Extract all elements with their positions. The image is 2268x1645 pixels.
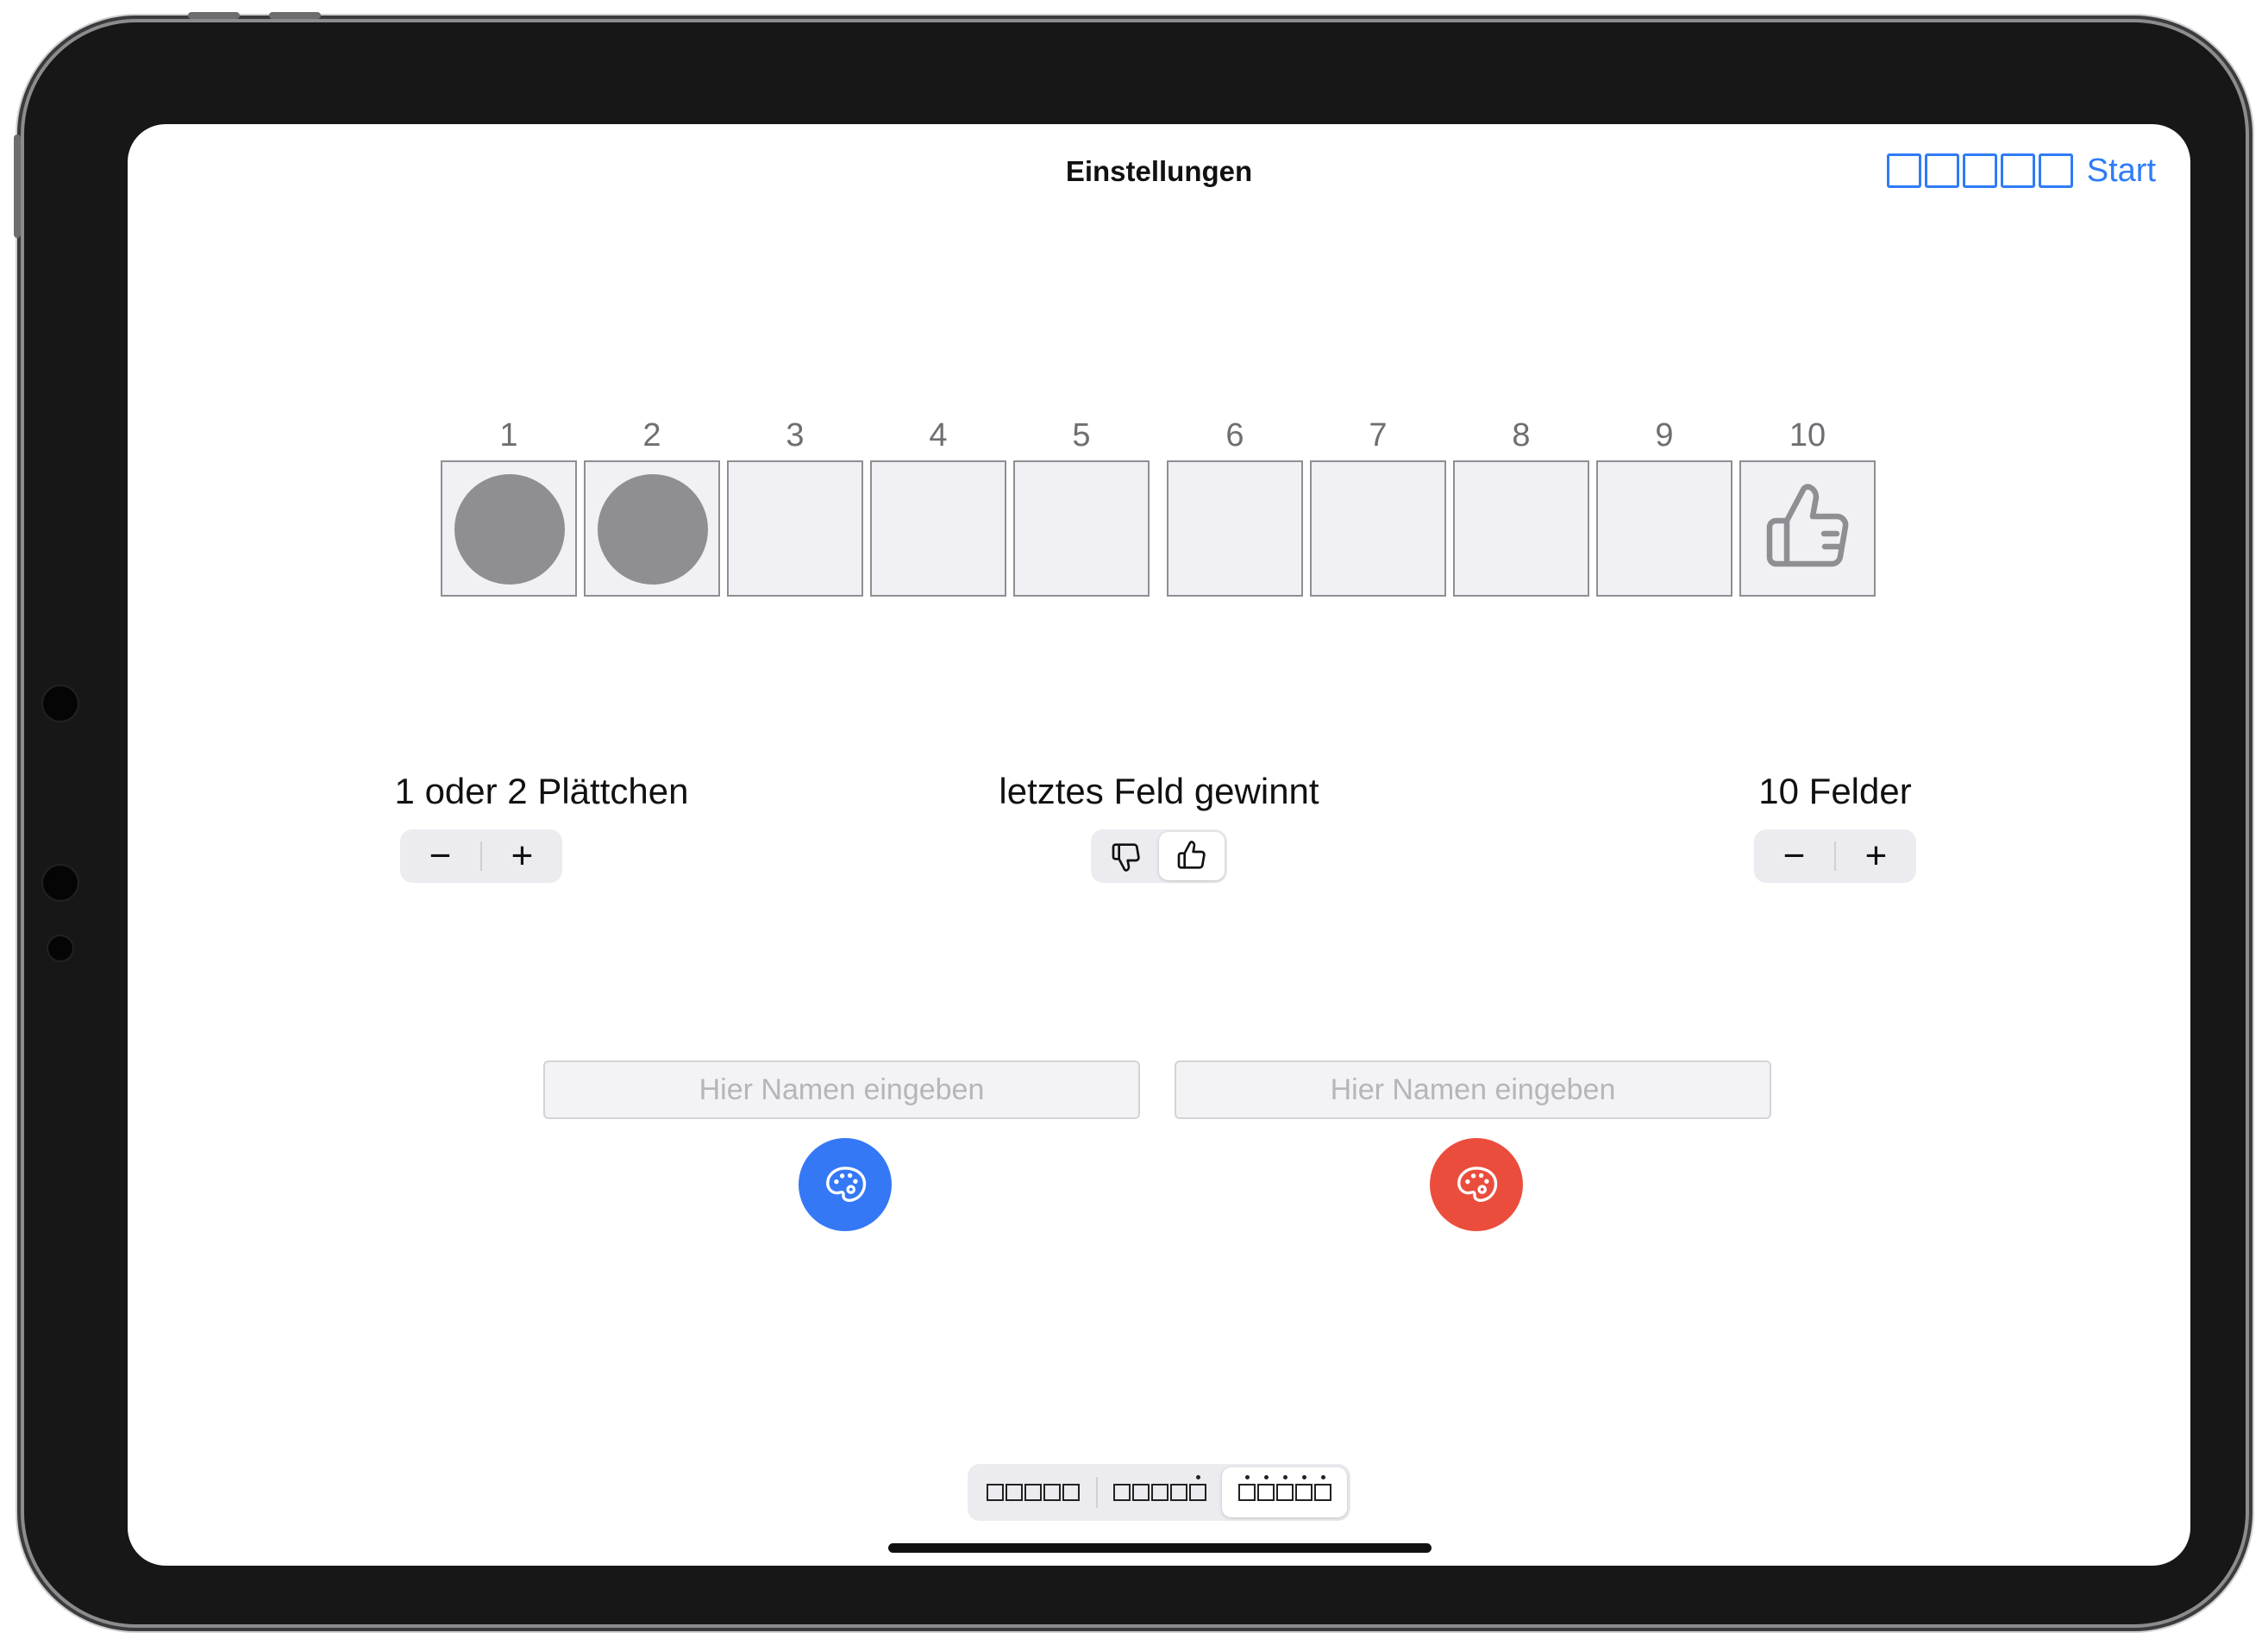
five-boxes-icon xyxy=(987,1484,1081,1501)
fields-decrement-button[interactable]: − xyxy=(1754,829,1834,883)
ipad-frame: Einstellungen Start 1 2 3 4 5 6 7 8 9 10 xyxy=(14,12,2246,1624)
win-setting-label: letztes Feld gewinnt xyxy=(999,771,1319,811)
palette-icon xyxy=(826,1167,867,1202)
tiles-setting-label: 1 oder 2 Plättchen xyxy=(394,771,689,811)
board-number: 4 xyxy=(929,417,948,453)
board-cell xyxy=(870,460,1006,597)
player1-name-input[interactable] xyxy=(543,1060,1140,1119)
camera-dot xyxy=(48,936,72,960)
thumbs-up-icon xyxy=(1766,484,1849,567)
board-number: 10 xyxy=(1789,417,1826,453)
board-number: 6 xyxy=(1225,417,1244,453)
board-cell xyxy=(1013,460,1150,597)
mode-option-empty[interactable] xyxy=(971,1467,1096,1517)
game-mode-selector[interactable] xyxy=(968,1464,1350,1521)
tiles-decrement-button[interactable]: − xyxy=(400,829,480,883)
top-button xyxy=(188,12,240,19)
fields-increment-button[interactable]: + xyxy=(1836,829,1916,883)
board-cell xyxy=(441,460,577,597)
player2-color-button[interactable] xyxy=(1430,1138,1523,1231)
start-label: Start xyxy=(2086,152,2156,189)
board-numbers: 1 2 3 4 5 6 7 8 9 10 xyxy=(128,417,2190,460)
app-screen: Einstellungen Start 1 2 3 4 5 6 7 8 9 10 xyxy=(128,124,2190,1566)
tiles-increment-button[interactable]: + xyxy=(482,829,562,883)
tiles-stepper[interactable]: − + xyxy=(400,829,562,883)
board-number: 2 xyxy=(642,417,661,453)
thumbs-up-option[interactable] xyxy=(1159,832,1225,880)
board-number: 5 xyxy=(1072,417,1091,453)
palette-icon xyxy=(1457,1167,1498,1202)
board-cell xyxy=(584,460,720,597)
thumbs-up-icon xyxy=(1177,841,1206,869)
board-cell-goal xyxy=(1739,460,1876,597)
fields-setting-label: 10 Felder xyxy=(1758,771,1912,811)
start-button[interactable]: Start xyxy=(1886,150,2156,191)
five-boxes-one-dot-icon xyxy=(1113,1475,1206,1501)
five-empty-boxes-icon xyxy=(1886,153,2073,188)
board-cell xyxy=(1596,460,1732,597)
board-cell xyxy=(1310,460,1446,597)
thumbs-down-option[interactable] xyxy=(1093,832,1159,880)
thumbs-down-icon xyxy=(1112,843,1140,872)
board-cell xyxy=(1167,460,1303,597)
board-cell xyxy=(1453,460,1589,597)
mode-option-all-dots[interactable] xyxy=(1222,1467,1348,1517)
camera-dot xyxy=(43,686,78,721)
five-boxes-five-dots-icon xyxy=(1237,1475,1331,1501)
mode-option-one-dot[interactable] xyxy=(1098,1467,1223,1517)
side-button xyxy=(14,134,21,238)
board-number: 1 xyxy=(499,417,518,453)
board-number: 9 xyxy=(1655,417,1674,453)
player2-name-input[interactable] xyxy=(1175,1060,1771,1119)
board-number: 3 xyxy=(786,417,805,453)
top-button-2 xyxy=(269,12,321,19)
page-title: Einstellungen xyxy=(1065,155,1253,187)
token-piece xyxy=(598,474,708,585)
board-number: 8 xyxy=(1512,417,1531,453)
camera-dot xyxy=(43,866,78,900)
board-number: 7 xyxy=(1369,417,1388,453)
board-cell xyxy=(727,460,863,597)
fields-stepper[interactable]: − + xyxy=(1754,829,1916,883)
player1-color-button[interactable] xyxy=(799,1138,892,1231)
home-indicator[interactable] xyxy=(888,1543,1432,1553)
token-piece xyxy=(454,474,565,585)
win-condition-control[interactable] xyxy=(1091,829,1227,883)
